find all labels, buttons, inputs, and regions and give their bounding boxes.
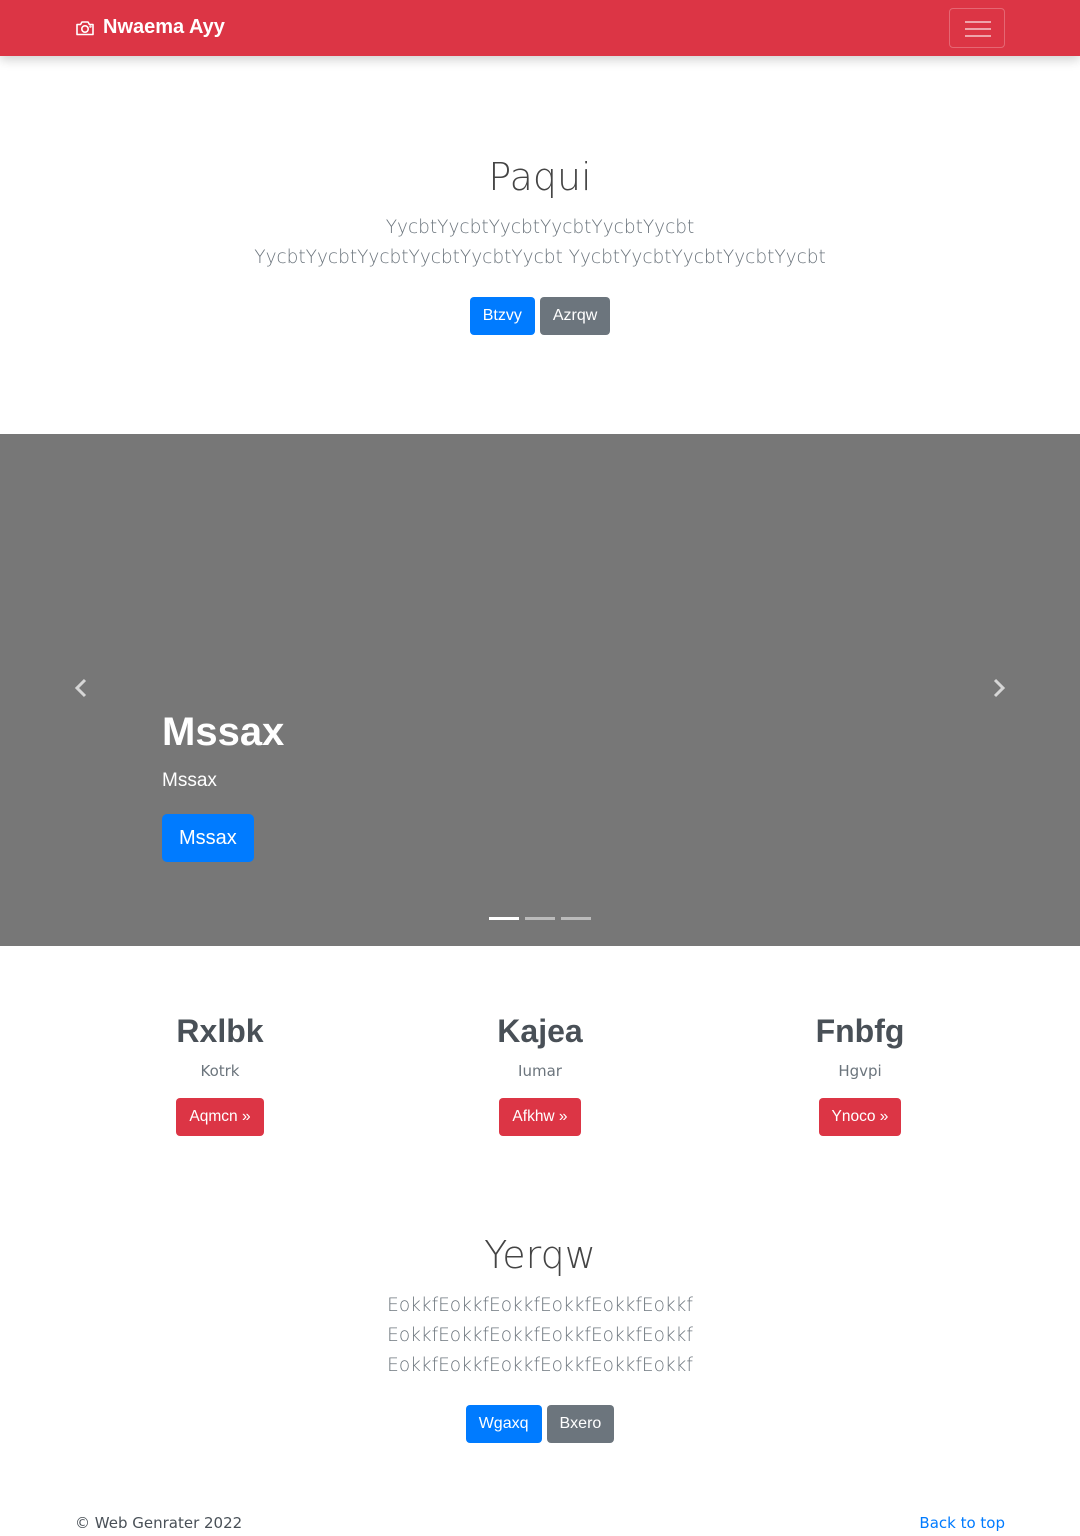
hero-top-primary-button[interactable]: Btzvy xyxy=(469,296,535,335)
navbar-toggler-button[interactable] xyxy=(949,8,1005,48)
hero-bottom-secondary-button[interactable]: Bxero xyxy=(546,1404,615,1443)
footer-copyright: © Web Genrater 2022 xyxy=(75,1514,243,1532)
hero-bottom-lead: EokkfEokkfEokkfEokkfEokkfEokkf EokkfEokk… xyxy=(387,1294,693,1376)
hero-top-title: Paqui xyxy=(488,155,592,199)
carousel-indicators xyxy=(489,917,591,920)
carousel: Mssax Mssax Mssax xyxy=(0,434,1080,946)
carousel-caption-title: Mssax xyxy=(162,710,285,754)
brand-text: Nwaema Ayy xyxy=(103,16,225,38)
brand-link[interactable]: Nwaema Ayy xyxy=(75,16,225,39)
carousel-indicator-2[interactable] xyxy=(525,917,555,920)
back-to-top-link[interactable]: Back to top xyxy=(919,1514,1005,1532)
feature-column-button[interactable]: Aqmcn » xyxy=(176,1098,264,1137)
feature-column-button[interactable]: Afkhw » xyxy=(499,1098,581,1137)
feature-column-2: Kajea Iumar Afkhw » xyxy=(410,1012,670,1137)
carousel-caption-text: Mssax xyxy=(162,770,217,791)
feature-column-text: Kotrk xyxy=(200,1062,240,1081)
hero-top-lead: YycbtYycbtYycbtYycbtYycbtYycbt YycbtYycb… xyxy=(254,216,826,268)
carousel-caption-button[interactable]: Mssax xyxy=(162,814,254,862)
carousel-prev-button[interactable] xyxy=(0,434,162,946)
hero-top: Paqui YycbtYycbtYycbtYycbtYycbtYycbt Yyc… xyxy=(0,155,1080,335)
carousel-indicator-3[interactable] xyxy=(561,917,591,920)
chevron-left-icon xyxy=(73,678,89,702)
feature-column-text: Hgvpi xyxy=(838,1062,882,1081)
navbar: Nwaema Ayy xyxy=(0,0,1080,56)
feature-column-title: Fnbfg xyxy=(815,1013,905,1049)
carousel-next-button[interactable] xyxy=(918,434,1080,946)
feature-column-title: Rxlbk xyxy=(176,1013,264,1049)
feature-column-text: Iumar xyxy=(518,1062,562,1081)
feature-column-button[interactable]: Ynoco » xyxy=(818,1098,902,1137)
hero-bottom-primary-button[interactable]: Wgaxq xyxy=(465,1404,542,1443)
carousel-caption: Mssax Mssax Mssax xyxy=(162,710,284,862)
feature-column-title: Kajea xyxy=(497,1013,583,1049)
hero-bottom-buttons: Wgaxq Bxero xyxy=(0,1404,1080,1443)
carousel-indicator-1[interactable] xyxy=(489,917,519,920)
camera-icon xyxy=(75,19,95,37)
hero-top-secondary-button[interactable]: Azrqw xyxy=(539,296,611,335)
hero-bottom: Yerqw EokkfEokkfEokkfEokkfEokkfEokkf Eok… xyxy=(0,1233,1080,1443)
feature-column-3: Fnbfg Hgvpi Ynoco » xyxy=(730,1012,990,1137)
hero-bottom-title: Yerqw xyxy=(484,1233,596,1277)
hero-top-buttons: Btzvy Azrqw xyxy=(0,296,1080,335)
feature-column-1: Rxlbk Kotrk Aqmcn » xyxy=(90,1012,350,1137)
chevron-right-icon xyxy=(991,678,1007,702)
hamburger-menu-icon xyxy=(965,21,991,23)
